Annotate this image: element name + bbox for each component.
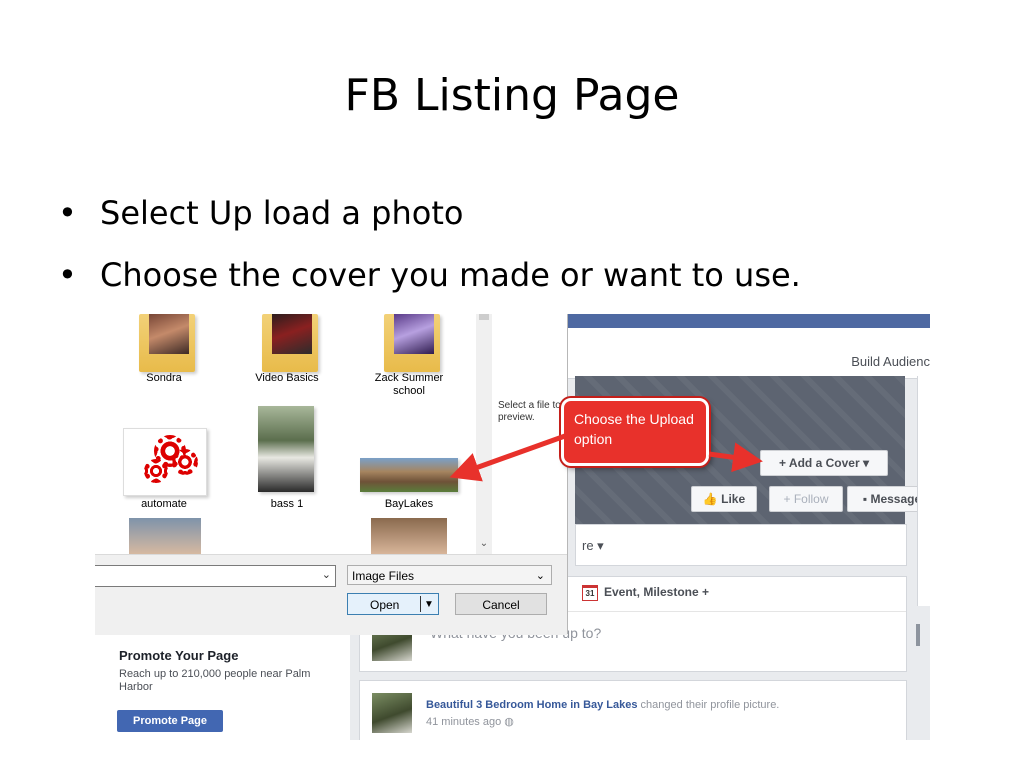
baylakes-photo xyxy=(360,458,458,494)
thumbs-up-icon: 👍 xyxy=(702,492,718,506)
promote-panel: Promote Your Page Reach up to 210,000 pe… xyxy=(95,634,350,740)
bullet-item: • Choose the cover you made or want to us… xyxy=(58,252,801,314)
file-type-value: Image Files xyxy=(352,569,415,583)
like-label: Like xyxy=(721,492,746,506)
chevron-down-icon[interactable]: ⌄ xyxy=(322,568,331,581)
bullet-dot: • xyxy=(58,256,77,294)
cancel-button[interactable]: Cancel xyxy=(455,593,547,615)
bullet-text: Select Up load a photo xyxy=(100,194,464,232)
feed-post: Beautiful 3 Bedroom Home in Bay Lakes ch… xyxy=(359,680,907,740)
globe-icon: ◍ xyxy=(504,716,514,728)
file-label: Sondra xyxy=(146,372,182,384)
post-timestamp[interactable]: 41 minutes ago ◍ xyxy=(426,715,514,728)
open-button[interactable]: Open ▼ xyxy=(347,593,439,615)
add-cover-button[interactable]: + Add a Cover ▾ xyxy=(760,450,888,476)
preview-message: Select a file to preview. xyxy=(498,400,561,423)
page-name-link[interactable]: Beautiful 3 Bedroom Home in Bay Lakes xyxy=(426,699,638,711)
dropdown-arrow-icon[interactable]: ▼ xyxy=(424,594,434,616)
more-dropdown[interactable]: re ▾ xyxy=(582,538,604,554)
calendar-icon: 31 xyxy=(582,585,598,601)
scroll-thumb[interactable] xyxy=(479,314,489,320)
file-name-field[interactable]: ⌄ xyxy=(95,565,336,587)
post-text: Beautiful 3 Bedroom Home in Bay Lakes ch… xyxy=(426,699,779,711)
callout-box: Choose the Upload option xyxy=(561,398,709,466)
follow-button[interactable]: + Follow xyxy=(769,486,843,512)
more-tab-row: re ▾ xyxy=(575,524,907,566)
file-browser: Sondra Video Basics Zack Summer school a… xyxy=(95,314,475,554)
file-item[interactable]: Zack Summer school xyxy=(364,314,454,397)
slide-title: FB Listing Page xyxy=(344,70,680,121)
file-item[interactable]: Video Basics xyxy=(242,314,332,394)
right-column xyxy=(917,376,930,606)
chevron-down-icon: ⌄ xyxy=(535,570,545,582)
post-time-text: 41 minutes ago xyxy=(426,716,502,728)
message-label: Message xyxy=(870,492,922,506)
promote-title: Promote Your Page xyxy=(119,648,239,663)
bullet-text: Choose the cover you made or want to use… xyxy=(100,256,801,294)
person-photo xyxy=(371,518,447,554)
fb-page-header: Build Audienc xyxy=(567,328,930,379)
file-item[interactable]: bass 1 xyxy=(242,406,332,514)
file-type-select[interactable]: Image Files ⌄ xyxy=(347,565,552,585)
person-photo xyxy=(129,518,201,554)
file-item[interactable]: BayLakes xyxy=(360,458,458,514)
folder-icon xyxy=(364,314,454,376)
file-item[interactable]: Sondra xyxy=(119,314,209,394)
bullet-dot: • xyxy=(58,194,77,232)
file-label: BayLakes xyxy=(384,498,434,510)
scroll-indicator xyxy=(916,624,920,646)
file-label: bass 1 xyxy=(270,498,304,510)
event-milestone-label: Event, Milestone + xyxy=(604,585,710,600)
post-action: changed their profile picture. xyxy=(637,699,780,711)
screenshot-composite: Build Audienc + Add a Cover ▾ 👍 Like + F… xyxy=(95,314,930,740)
file-label: Zack Summer school xyxy=(374,372,444,397)
open-label: Open xyxy=(370,598,400,612)
file-open-dialog: Sondra Video Basics Zack Summer school a… xyxy=(95,314,568,635)
promote-page-button[interactable]: Promote Page xyxy=(117,710,223,732)
like-button[interactable]: 👍 Like xyxy=(691,486,757,512)
vertical-scrollbar[interactable]: ⌄ xyxy=(476,314,492,554)
fb-top-bar xyxy=(567,314,930,328)
promote-reach-text: Reach up to 210,000 people near Palm Har… xyxy=(119,668,311,693)
automate-image xyxy=(119,428,209,496)
file-item[interactable]: automate xyxy=(119,428,209,514)
message-icon: ▪ xyxy=(862,492,868,506)
scroll-down-icon[interactable]: ⌄ xyxy=(476,538,492,552)
folder-icon xyxy=(119,314,209,376)
event-milestone-tab[interactable]: 31 Event, Milestone + xyxy=(582,585,709,601)
folder-icon xyxy=(242,314,332,376)
file-label: Video Basics xyxy=(255,372,319,384)
bullet-list: • Select Up load a photo • Choose the cove… xyxy=(58,190,801,314)
bass-photo xyxy=(242,406,332,492)
split-divider xyxy=(420,596,421,612)
dialog-bottom-bar: ⌄ Image Files ⌄ Open ▼ Cancel xyxy=(95,554,567,635)
bullet-item: • Select Up load a photo xyxy=(58,190,801,252)
avatar xyxy=(372,693,412,733)
build-audience-link[interactable]: Build Audienc xyxy=(851,354,930,369)
file-label: automate xyxy=(141,498,187,510)
